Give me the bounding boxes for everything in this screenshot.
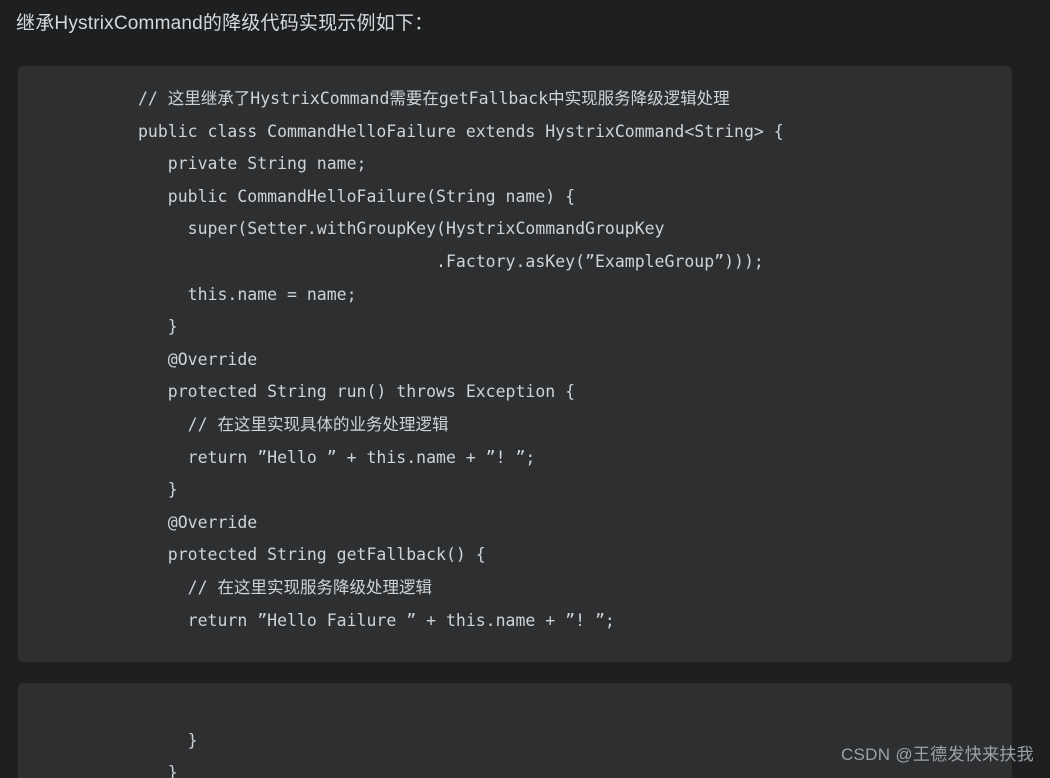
- code-line: // 这里继承了HystrixCommand需要在getFallback中实现服…: [138, 89, 730, 108]
- csdn-watermark: CSDN @王德发快来扶我: [840, 745, 1034, 764]
- code-line: private String name;: [138, 154, 367, 174]
- code-line: protected String getFallback() {: [138, 545, 486, 565]
- code-line: .Factory.asKey(”ExampleGroup”)));: [138, 251, 764, 271]
- code-content-primary[interactable]: // 这里继承了HystrixCommand需要在getFallback中实现服…: [138, 83, 784, 637]
- code-line: this.name = name;: [138, 284, 357, 304]
- code-content-secondary[interactable]: } }: [138, 692, 198, 778]
- code-line: public CommandHelloFailure(String name) …: [138, 186, 576, 206]
- code-line: @Override: [138, 349, 258, 369]
- code-line: return ”Hello ” + this.name + ”! ”;: [138, 447, 536, 467]
- code-line: // 在这里实现具体的业务处理逻辑: [138, 414, 449, 434]
- code-line: public class CommandHelloFailure extends…: [138, 121, 784, 141]
- code-line: }: [138, 317, 178, 337]
- code-line: @Override: [138, 512, 258, 532]
- article-page: 继承HystrixCommand的降级代码实现示例如下： // 这里继承了Hys…: [0, 0, 1050, 778]
- code-line: }: [138, 763, 178, 778]
- code-line: }: [138, 730, 198, 750]
- code-line: // 在这里实现服务降级处理逻辑: [138, 577, 432, 597]
- code-line: return ”Hello Failure ” + this.name + ”!…: [138, 610, 615, 630]
- code-line: }: [138, 480, 178, 500]
- code-line: protected String run() throws Exception …: [138, 382, 576, 402]
- code-line: super(Setter.withGroupKey(HystrixCommand…: [138, 219, 665, 239]
- code-block-primary[interactable]: // 这里继承了HystrixCommand需要在getFallback中实现服…: [18, 66, 1012, 662]
- page-title: 继承HystrixCommand的降级代码实现示例如下：: [16, 13, 434, 34]
